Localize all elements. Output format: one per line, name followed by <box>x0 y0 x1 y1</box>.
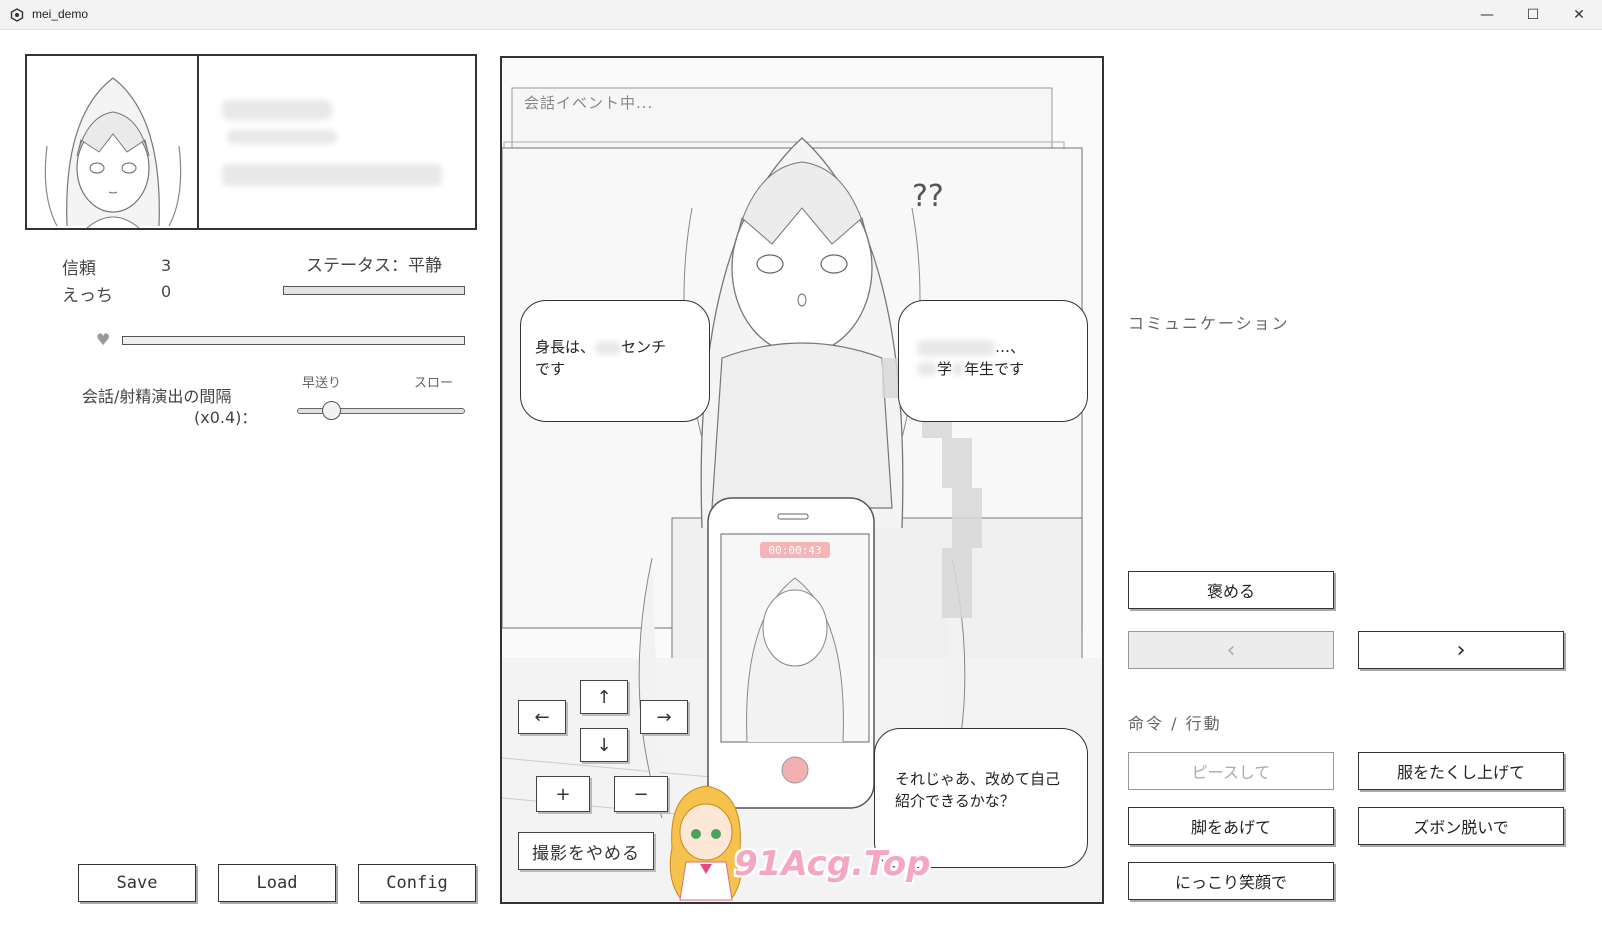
portrait-drawing <box>44 77 182 228</box>
action-lift-clothes-button[interactable]: 服をたくし上げて <box>1358 752 1564 790</box>
action-smile-button[interactable]: にっこり笑顔で <box>1128 862 1334 900</box>
camera-up-button[interactable]: ↑ <box>580 680 628 714</box>
speech-bubble-left: 身長は、 センチ です <box>520 300 710 422</box>
bubble-right-redacted-name <box>917 339 995 356</box>
bubble-right-text-b: 学 <box>937 359 953 378</box>
watermark-text: 91Acg.Top <box>734 844 931 884</box>
character-portrait <box>27 56 199 228</box>
ecchi-value: 0 <box>161 282 172 301</box>
interval-multiplier: (x0.4)： <box>194 408 258 427</box>
trust-label: 信頼 <box>62 259 96 279</box>
load-button[interactable]: Load <box>218 864 336 902</box>
bubble-right-redacted-a <box>917 362 937 377</box>
phone-timer: 00:00:43 <box>769 544 822 557</box>
speed-fast-label: 早送り <box>302 376 342 391</box>
close-button[interactable]: ✕ <box>1556 0 1602 30</box>
bubble-right-redacted-b <box>952 362 965 377</box>
action-raise-legs-button[interactable]: 脚をあげて <box>1128 807 1334 845</box>
character-info-redacted <box>222 164 442 186</box>
heart-icon: ♥ <box>96 330 111 349</box>
profile-card <box>25 54 477 230</box>
camera-left-button[interactable]: ← <box>518 700 566 734</box>
title-bar: mei_demo — ☐ ✕ <box>0 0 1602 30</box>
speech-bubble-right: …、 学年生です <box>898 300 1088 422</box>
status-text: ステータス：平静 <box>306 256 442 276</box>
character-subtitle-redacted <box>227 130 337 144</box>
camera-down-button[interactable]: ↓ <box>580 728 628 762</box>
action-remove-pants-button[interactable]: ズボン脱いで <box>1358 807 1564 845</box>
maximize-button[interactable]: ☐ <box>1510 0 1556 30</box>
command-label: 命令 / 行動 <box>1128 714 1222 733</box>
bubble-left-unit: センチ <box>621 338 667 356</box>
config-button[interactable]: Config <box>358 864 476 902</box>
next-page-button[interactable]: › <box>1358 631 1564 669</box>
question-marks: ?? <box>912 179 944 214</box>
bubble-right-text-a: …、 <box>995 338 1026 356</box>
window-title: mei_demo <box>32 7 89 21</box>
stop-shooting-button[interactable]: 撮影をやめる <box>518 832 654 870</box>
save-button[interactable]: Save <box>78 864 196 902</box>
ecchi-label: えっち <box>62 286 113 306</box>
bubble-left-text-a: 身長は、 <box>535 338 596 356</box>
communication-label: コミュニケーション <box>1128 314 1290 333</box>
minimize-button[interactable]: — <box>1464 0 1510 30</box>
speed-slider-thumb[interactable] <box>322 401 342 420</box>
trust-value: 3 <box>161 256 172 275</box>
scene-view: ?? 00:00:43 会話イベント中... 身長は、 センチ です …、 学年生… <box>500 56 1104 904</box>
speed-slow-label: スロー <box>414 376 454 391</box>
bubble-left-text-b: です <box>535 359 566 378</box>
prev-page-button[interactable]: ‹ <box>1128 631 1334 669</box>
praise-button[interactable]: 褒める <box>1128 571 1334 609</box>
zoom-in-button[interactable]: + <box>536 776 590 812</box>
zoom-out-button[interactable]: − <box>614 776 668 812</box>
character-name-redacted <box>222 100 332 120</box>
status-gauge <box>283 286 465 295</box>
bubble-left-redacted <box>595 340 622 355</box>
app-icon <box>10 8 24 22</box>
action-peace-button[interactable]: ピースして <box>1128 752 1334 790</box>
event-status-text: 会話イベント中... <box>524 94 654 112</box>
camera-right-button[interactable]: → <box>640 700 688 734</box>
bubble-right-text-c: 年生です <box>964 359 1025 378</box>
affection-gauge <box>122 336 465 345</box>
